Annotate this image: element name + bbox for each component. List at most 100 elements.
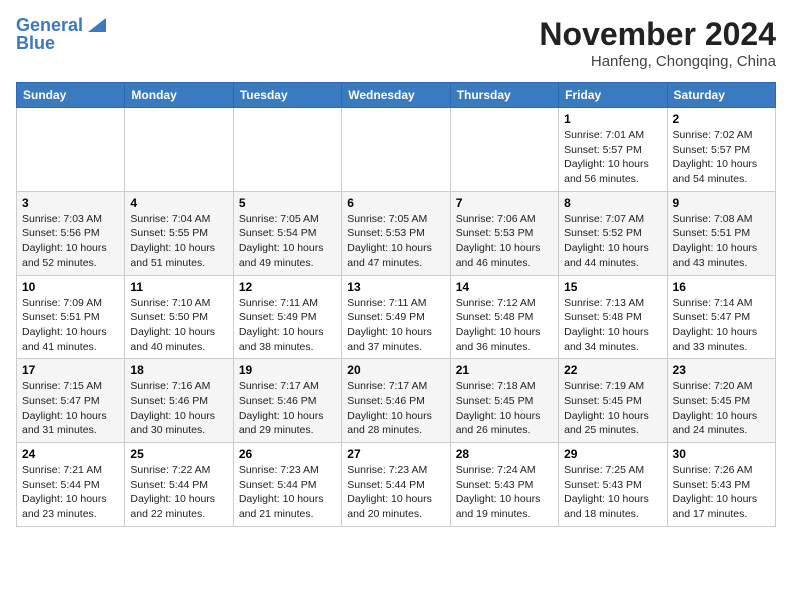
day-number: 6: [347, 196, 444, 210]
day-number: 23: [673, 363, 770, 377]
calendar-cell: 2Sunrise: 7:02 AMSunset: 5:57 PMDaylight…: [667, 108, 775, 192]
day-info: Sunrise: 7:08 AMSunset: 5:51 PMDaylight:…: [673, 212, 770, 271]
day-number: 28: [456, 447, 553, 461]
weekday-header: Wednesday: [342, 83, 450, 108]
day-info: Sunrise: 7:25 AMSunset: 5:43 PMDaylight:…: [564, 463, 661, 522]
logo-icon: [84, 18, 106, 32]
weekday-header: Sunday: [17, 83, 125, 108]
day-info: Sunrise: 7:04 AMSunset: 5:55 PMDaylight:…: [130, 212, 227, 271]
calendar-cell: 20 Sunrise: 7:17 AMSunset: 5:46 PMDayligh…: [342, 359, 450, 443]
location-title: Hanfeng, Chongqing, China: [539, 53, 776, 70]
month-title: November 2024: [539, 16, 776, 53]
weekday-header: Saturday: [667, 83, 775, 108]
calendar-cell: [450, 108, 558, 192]
day-number: 10: [22, 280, 119, 294]
day-info: Sunrise: 7:01 AMSunset: 5:57 PMDaylight:…: [564, 128, 661, 187]
calendar-week-row: 17 Sunrise: 7:15 AMSunset: 5:47 PMDayligh…: [17, 359, 776, 443]
day-info: Sunrise: 7:23 AMSunset: 5:44 PMDaylight:…: [347, 463, 444, 522]
day-info: Sunrise: 7:17 AMSunset: 5:46 PMDaylight:…: [239, 379, 336, 438]
day-number: 17: [22, 363, 119, 377]
page-header: General Blue November 2024 Hanfeng, Chon…: [16, 16, 776, 70]
day-info: Sunrise: 7:18 AMSunset: 5:45 PMDaylight:…: [456, 379, 553, 438]
day-number: 5: [239, 196, 336, 210]
day-info: Sunrise: 7:05 AMSunset: 5:53 PMDaylight:…: [347, 212, 444, 271]
calendar-cell: 25Sunrise: 7:22 AMSunset: 5:44 PMDayligh…: [125, 443, 233, 527]
calendar-cell: 16Sunrise: 7:14 AMSunset: 5:47 PMDayligh…: [667, 275, 775, 359]
day-info: Sunrise: 7:11 AMSunset: 5:49 PMDaylight:…: [239, 296, 336, 355]
day-number: 11: [130, 280, 227, 294]
day-info: Sunrise: 7:26 AMSunset: 5:43 PMDaylight:…: [673, 463, 770, 522]
calendar-cell: 10 Sunrise: 7:09 AMSunset: 5:51 PMDayligh…: [17, 275, 125, 359]
calendar-cell: 18 Sunrise: 7:16 AMSunset: 5:46 PMDayligh…: [125, 359, 233, 443]
calendar-cell: 23 Sunrise: 7:20 AMSunset: 5:45 PMDayligh…: [667, 359, 775, 443]
day-number: 20: [347, 363, 444, 377]
day-number: 15: [564, 280, 661, 294]
day-number: 24: [22, 447, 119, 461]
day-number: 14: [456, 280, 553, 294]
calendar-cell: 21 Sunrise: 7:18 AMSunset: 5:45 PMDayligh…: [450, 359, 558, 443]
day-info: Sunrise: 7:09 AMSunset: 5:51 PMDaylight:…: [22, 296, 119, 355]
day-info: Sunrise: 7:12 AMSunset: 5:48 PMDaylight:…: [456, 296, 553, 355]
calendar-table: SundayMondayTuesdayWednesdayThursdayFrid…: [16, 82, 776, 527]
day-number: 19: [239, 363, 336, 377]
calendar-cell: 22Sunrise: 7:19 AMSunset: 5:45 PMDayligh…: [559, 359, 667, 443]
calendar-cell: 1 Sunrise: 7:01 AMSunset: 5:57 PMDaylight…: [559, 108, 667, 192]
calendar-cell: 5 Sunrise: 7:05 AMSunset: 5:54 PMDaylight…: [233, 191, 341, 275]
calendar-cell: [342, 108, 450, 192]
day-info: Sunrise: 7:24 AMSunset: 5:43 PMDaylight:…: [456, 463, 553, 522]
calendar-cell: 9 Sunrise: 7:08 AMSunset: 5:51 PMDaylight…: [667, 191, 775, 275]
day-number: 30: [673, 447, 770, 461]
calendar-cell: 14 Sunrise: 7:12 AMSunset: 5:48 PMDayligh…: [450, 275, 558, 359]
calendar-week-row: 24 Sunrise: 7:21 AMSunset: 5:44 PMDayligh…: [17, 443, 776, 527]
calendar-cell: 6 Sunrise: 7:05 AMSunset: 5:53 PMDaylight…: [342, 191, 450, 275]
weekday-header: Thursday: [450, 83, 558, 108]
calendar-cell: 29 Sunrise: 7:25 AMSunset: 5:43 PMDayligh…: [559, 443, 667, 527]
day-info: Sunrise: 7:11 AMSunset: 5:49 PMDaylight:…: [347, 296, 444, 355]
calendar-cell: 8 Sunrise: 7:07 AMSunset: 5:52 PMDaylight…: [559, 191, 667, 275]
day-info: Sunrise: 7:07 AMSunset: 5:52 PMDaylight:…: [564, 212, 661, 271]
day-number: 29: [564, 447, 661, 461]
logo: General Blue: [16, 16, 106, 54]
day-info: Sunrise: 7:17 AMSunset: 5:46 PMDaylight:…: [347, 379, 444, 438]
calendar-cell: 7 Sunrise: 7:06 AMSunset: 5:53 PMDaylight…: [450, 191, 558, 275]
calendar-cell: 3Sunrise: 7:03 AMSunset: 5:56 PMDaylight…: [17, 191, 125, 275]
calendar-cell: [233, 108, 341, 192]
day-number: 26: [239, 447, 336, 461]
day-number: 18: [130, 363, 227, 377]
calendar-cell: 26Sunrise: 7:23 AMSunset: 5:44 PMDayligh…: [233, 443, 341, 527]
calendar-cell: [17, 108, 125, 192]
day-info: Sunrise: 7:16 AMSunset: 5:46 PMDaylight:…: [130, 379, 227, 438]
day-number: 7: [456, 196, 553, 210]
calendar-cell: 15Sunrise: 7:13 AMSunset: 5:48 PMDayligh…: [559, 275, 667, 359]
day-info: Sunrise: 7:21 AMSunset: 5:44 PMDaylight:…: [22, 463, 119, 522]
day-info: Sunrise: 7:10 AMSunset: 5:50 PMDaylight:…: [130, 296, 227, 355]
day-number: 13: [347, 280, 444, 294]
day-info: Sunrise: 7:06 AMSunset: 5:53 PMDaylight:…: [456, 212, 553, 271]
calendar-cell: 24 Sunrise: 7:21 AMSunset: 5:44 PMDayligh…: [17, 443, 125, 527]
calendar-week-row: 1 Sunrise: 7:01 AMSunset: 5:57 PMDaylight…: [17, 108, 776, 192]
day-number: 3: [22, 196, 119, 210]
day-number: 1: [564, 112, 661, 126]
calendar-cell: 13 Sunrise: 7:11 AMSunset: 5:49 PMDayligh…: [342, 275, 450, 359]
day-number: 9: [673, 196, 770, 210]
day-info: Sunrise: 7:19 AMSunset: 5:45 PMDaylight:…: [564, 379, 661, 438]
calendar-cell: 28 Sunrise: 7:24 AMSunset: 5:43 PMDayligh…: [450, 443, 558, 527]
day-number: 25: [130, 447, 227, 461]
day-info: Sunrise: 7:15 AMSunset: 5:47 PMDaylight:…: [22, 379, 119, 438]
day-info: Sunrise: 7:05 AMSunset: 5:54 PMDaylight:…: [239, 212, 336, 271]
calendar-week-row: 3Sunrise: 7:03 AMSunset: 5:56 PMDaylight…: [17, 191, 776, 275]
day-number: 21: [456, 363, 553, 377]
calendar-cell: 17 Sunrise: 7:15 AMSunset: 5:47 PMDayligh…: [17, 359, 125, 443]
calendar-cell: 11 Sunrise: 7:10 AMSunset: 5:50 PMDayligh…: [125, 275, 233, 359]
calendar-cell: [125, 108, 233, 192]
weekday-header: Monday: [125, 83, 233, 108]
day-number: 12: [239, 280, 336, 294]
day-number: 8: [564, 196, 661, 210]
title-block: November 2024 Hanfeng, Chongqing, China: [539, 16, 776, 70]
calendar-cell: 19 Sunrise: 7:17 AMSunset: 5:46 PMDayligh…: [233, 359, 341, 443]
calendar-cell: 4Sunrise: 7:04 AMSunset: 5:55 PMDaylight…: [125, 191, 233, 275]
logo-blue: Blue: [16, 34, 55, 54]
weekday-header: Friday: [559, 83, 667, 108]
day-number: 2: [673, 112, 770, 126]
day-info: Sunrise: 7:20 AMSunset: 5:45 PMDaylight:…: [673, 379, 770, 438]
